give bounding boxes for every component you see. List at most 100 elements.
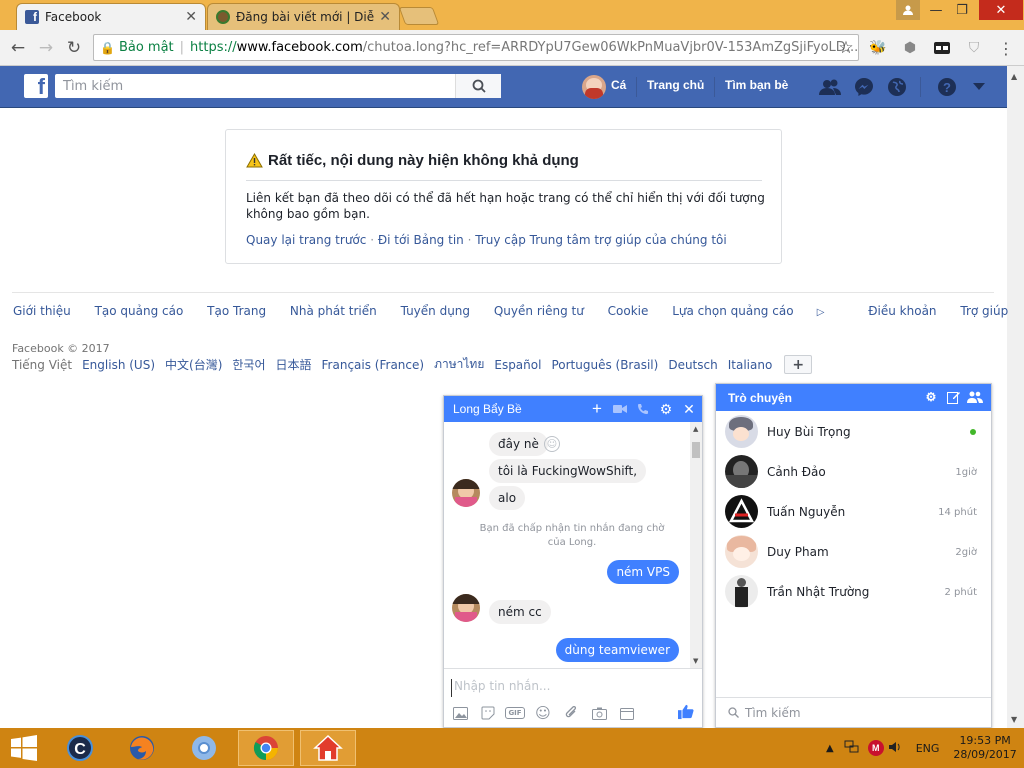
- more-languages-button[interactable]: +: [784, 355, 813, 374]
- emoji-reaction-icon[interactable]: ☺: [544, 436, 560, 452]
- gear-icon[interactable]: ⚙: [923, 389, 939, 405]
- home-link[interactable]: Trang chủ: [647, 78, 704, 92]
- language-link[interactable]: Português (Brasil): [551, 358, 658, 372]
- language-link[interactable]: English (US): [82, 358, 155, 372]
- video-call-icon[interactable]: [611, 400, 629, 418]
- scroll-down-icon[interactable]: ▼: [1011, 715, 1017, 724]
- footer-link-about[interactable]: Giới thiệu: [13, 304, 71, 318]
- new-tab-button[interactable]: [398, 7, 440, 25]
- bee-extension-icon[interactable]: 🐝: [868, 38, 888, 58]
- forward-icon[interactable]: →: [35, 37, 57, 59]
- create-group-icon[interactable]: [967, 389, 983, 405]
- footer-link-create-ad[interactable]: Tạo quảng cáo: [95, 304, 184, 318]
- chat-contact[interactable]: Cảnh Đảo 1giờ: [716, 452, 991, 492]
- profile-link[interactable]: Cá: [611, 78, 626, 92]
- restore-icon[interactable]: ❐: [950, 0, 974, 20]
- close-window-icon[interactable]: ✕: [979, 0, 1023, 20]
- tab-facebook[interactable]: f Facebook ✕: [16, 3, 206, 30]
- language-link[interactable]: 한국어: [232, 356, 265, 373]
- gear-icon[interactable]: ⚙: [657, 400, 675, 418]
- network-icon[interactable]: [844, 740, 860, 757]
- voice-call-icon[interactable]: [634, 400, 652, 418]
- language-link[interactable]: ภาษาไทย: [434, 355, 484, 374]
- menu-icon[interactable]: ⋮: [996, 38, 1016, 58]
- photo-icon[interactable]: [452, 705, 468, 721]
- close-tab-icon[interactable]: ✕: [379, 9, 391, 25]
- input-language[interactable]: ENG: [916, 742, 940, 755]
- chat-search-input[interactable]: Tìm kiếm: [716, 697, 991, 727]
- sticker-icon[interactable]: [480, 705, 496, 721]
- language-link[interactable]: 中文(台灣): [165, 356, 222, 373]
- ccleaner-app-icon[interactable]: C: [52, 730, 108, 766]
- add-people-icon[interactable]: +: [588, 399, 606, 418]
- back-icon[interactable]: ←: [7, 37, 29, 59]
- message-input[interactable]: Nhập tin nhắn...: [451, 679, 681, 697]
- footer-link-privacy[interactable]: Quyền riêng tư: [494, 304, 584, 318]
- camera-icon[interactable]: [591, 705, 607, 721]
- page-scrollbar[interactable]: ▲ ▼: [1007, 66, 1024, 728]
- scroll-thumb[interactable]: [692, 442, 700, 458]
- language-link[interactable]: Deutsch: [668, 358, 717, 372]
- friend-requests-icon[interactable]: [819, 77, 841, 97]
- address-bar[interactable]: 🔒 Bảo mật | https:// www.facebook.com /c…: [93, 34, 859, 61]
- footer-link-help[interactable]: Trợ giúp: [960, 304, 1008, 318]
- chat-contact[interactable]: Trần Nhật Trường 2 phút: [716, 572, 991, 612]
- footer-link-developers[interactable]: Nhà phát triển: [290, 304, 377, 318]
- show-hidden-icons-icon[interactable]: ▲: [826, 743, 834, 754]
- footer-link-careers[interactable]: Tuyển dụng: [401, 304, 470, 318]
- emoji-icon[interactable]: ☺: [535, 704, 551, 722]
- chat-contact[interactable]: Huy Bùi Trọng: [716, 412, 991, 452]
- chat-scrollbar[interactable]: ▲ ▼: [690, 422, 702, 668]
- attachment-icon[interactable]: [563, 705, 579, 721]
- reload-icon[interactable]: ↻: [63, 37, 85, 59]
- cube-extension-icon[interactable]: ⬢: [900, 38, 920, 58]
- scroll-up-icon[interactable]: ▲: [693, 425, 698, 433]
- language-link[interactable]: Italiano: [728, 358, 773, 372]
- antivirus-tray-icon[interactable]: M: [867, 740, 884, 756]
- gif-icon[interactable]: GIF: [505, 705, 525, 721]
- calendar-icon[interactable]: [619, 705, 635, 721]
- glasses-extension-icon[interactable]: [932, 38, 952, 58]
- language-link[interactable]: Español: [494, 358, 541, 372]
- new-message-icon[interactable]: [945, 389, 961, 405]
- footer-link-ad-choices[interactable]: Lựa chọn quảng cáo ▷: [672, 304, 844, 318]
- chrome-app-icon[interactable]: [238, 730, 294, 766]
- tab-forum[interactable]: Đăng bài viết mới | Diễn đ ✕: [207, 3, 400, 30]
- like-thumb-icon[interactable]: [678, 703, 694, 719]
- footer-link-cookies[interactable]: Cookie: [608, 304, 649, 318]
- help-center-link[interactable]: Truy cập Trung tâm trợ giúp của chúng tô…: [475, 233, 727, 247]
- scroll-down-icon[interactable]: ▼: [693, 657, 698, 665]
- bookmark-star-icon[interactable]: ☆: [835, 37, 857, 59]
- user-profile-icon[interactable]: [896, 0, 920, 20]
- language-link[interactable]: Français (France): [322, 358, 425, 372]
- language-link[interactable]: 日本語: [276, 356, 312, 373]
- close-icon[interactable]: ✕: [680, 400, 698, 418]
- scroll-up-icon[interactable]: ▲: [1011, 72, 1017, 81]
- volume-icon[interactable]: [888, 741, 902, 756]
- chat-contact-name[interactable]: Long Bẩy Bề: [453, 402, 522, 416]
- messenger-icon[interactable]: [853, 77, 875, 97]
- chat-contact[interactable]: Duy Pham 2giờ: [716, 532, 991, 572]
- user-avatar[interactable]: [582, 75, 606, 99]
- home-app-icon[interactable]: [300, 730, 356, 766]
- go-back-link[interactable]: Quay lại trang trước: [246, 233, 366, 247]
- find-friends-link[interactable]: Tìm bạn bè: [725, 78, 788, 92]
- help-icon[interactable]: ?: [936, 77, 958, 97]
- notifications-globe-icon[interactable]: [886, 77, 908, 97]
- clock[interactable]: 19:53 PM 28/09/2017: [953, 734, 1016, 762]
- search-input[interactable]: Tìm kiếm: [55, 74, 501, 98]
- facebook-logo-icon[interactable]: f: [24, 74, 48, 98]
- search-button[interactable]: [455, 74, 501, 98]
- footer-link-create-page[interactable]: Tạo Trang: [207, 304, 266, 318]
- chat-header[interactable]: Long Bẩy Bề + ⚙ ✕: [444, 396, 702, 422]
- news-feed-link[interactable]: Đi tới Bảng tin: [378, 233, 464, 247]
- start-button[interactable]: [0, 730, 48, 766]
- footer-link-terms[interactable]: Điều khoản: [868, 304, 936, 318]
- minimize-icon[interactable]: —: [924, 0, 948, 20]
- chat-sidebar-header[interactable]: Trò chuyện ⚙: [716, 384, 991, 411]
- account-menu-chevron-down-icon[interactable]: [968, 77, 990, 97]
- firefox-app-icon[interactable]: [114, 730, 170, 766]
- chromium-app-icon[interactable]: [176, 730, 232, 766]
- close-tab-icon[interactable]: ✕: [185, 9, 197, 25]
- shield-extension-icon[interactable]: ⛉: [964, 38, 984, 58]
